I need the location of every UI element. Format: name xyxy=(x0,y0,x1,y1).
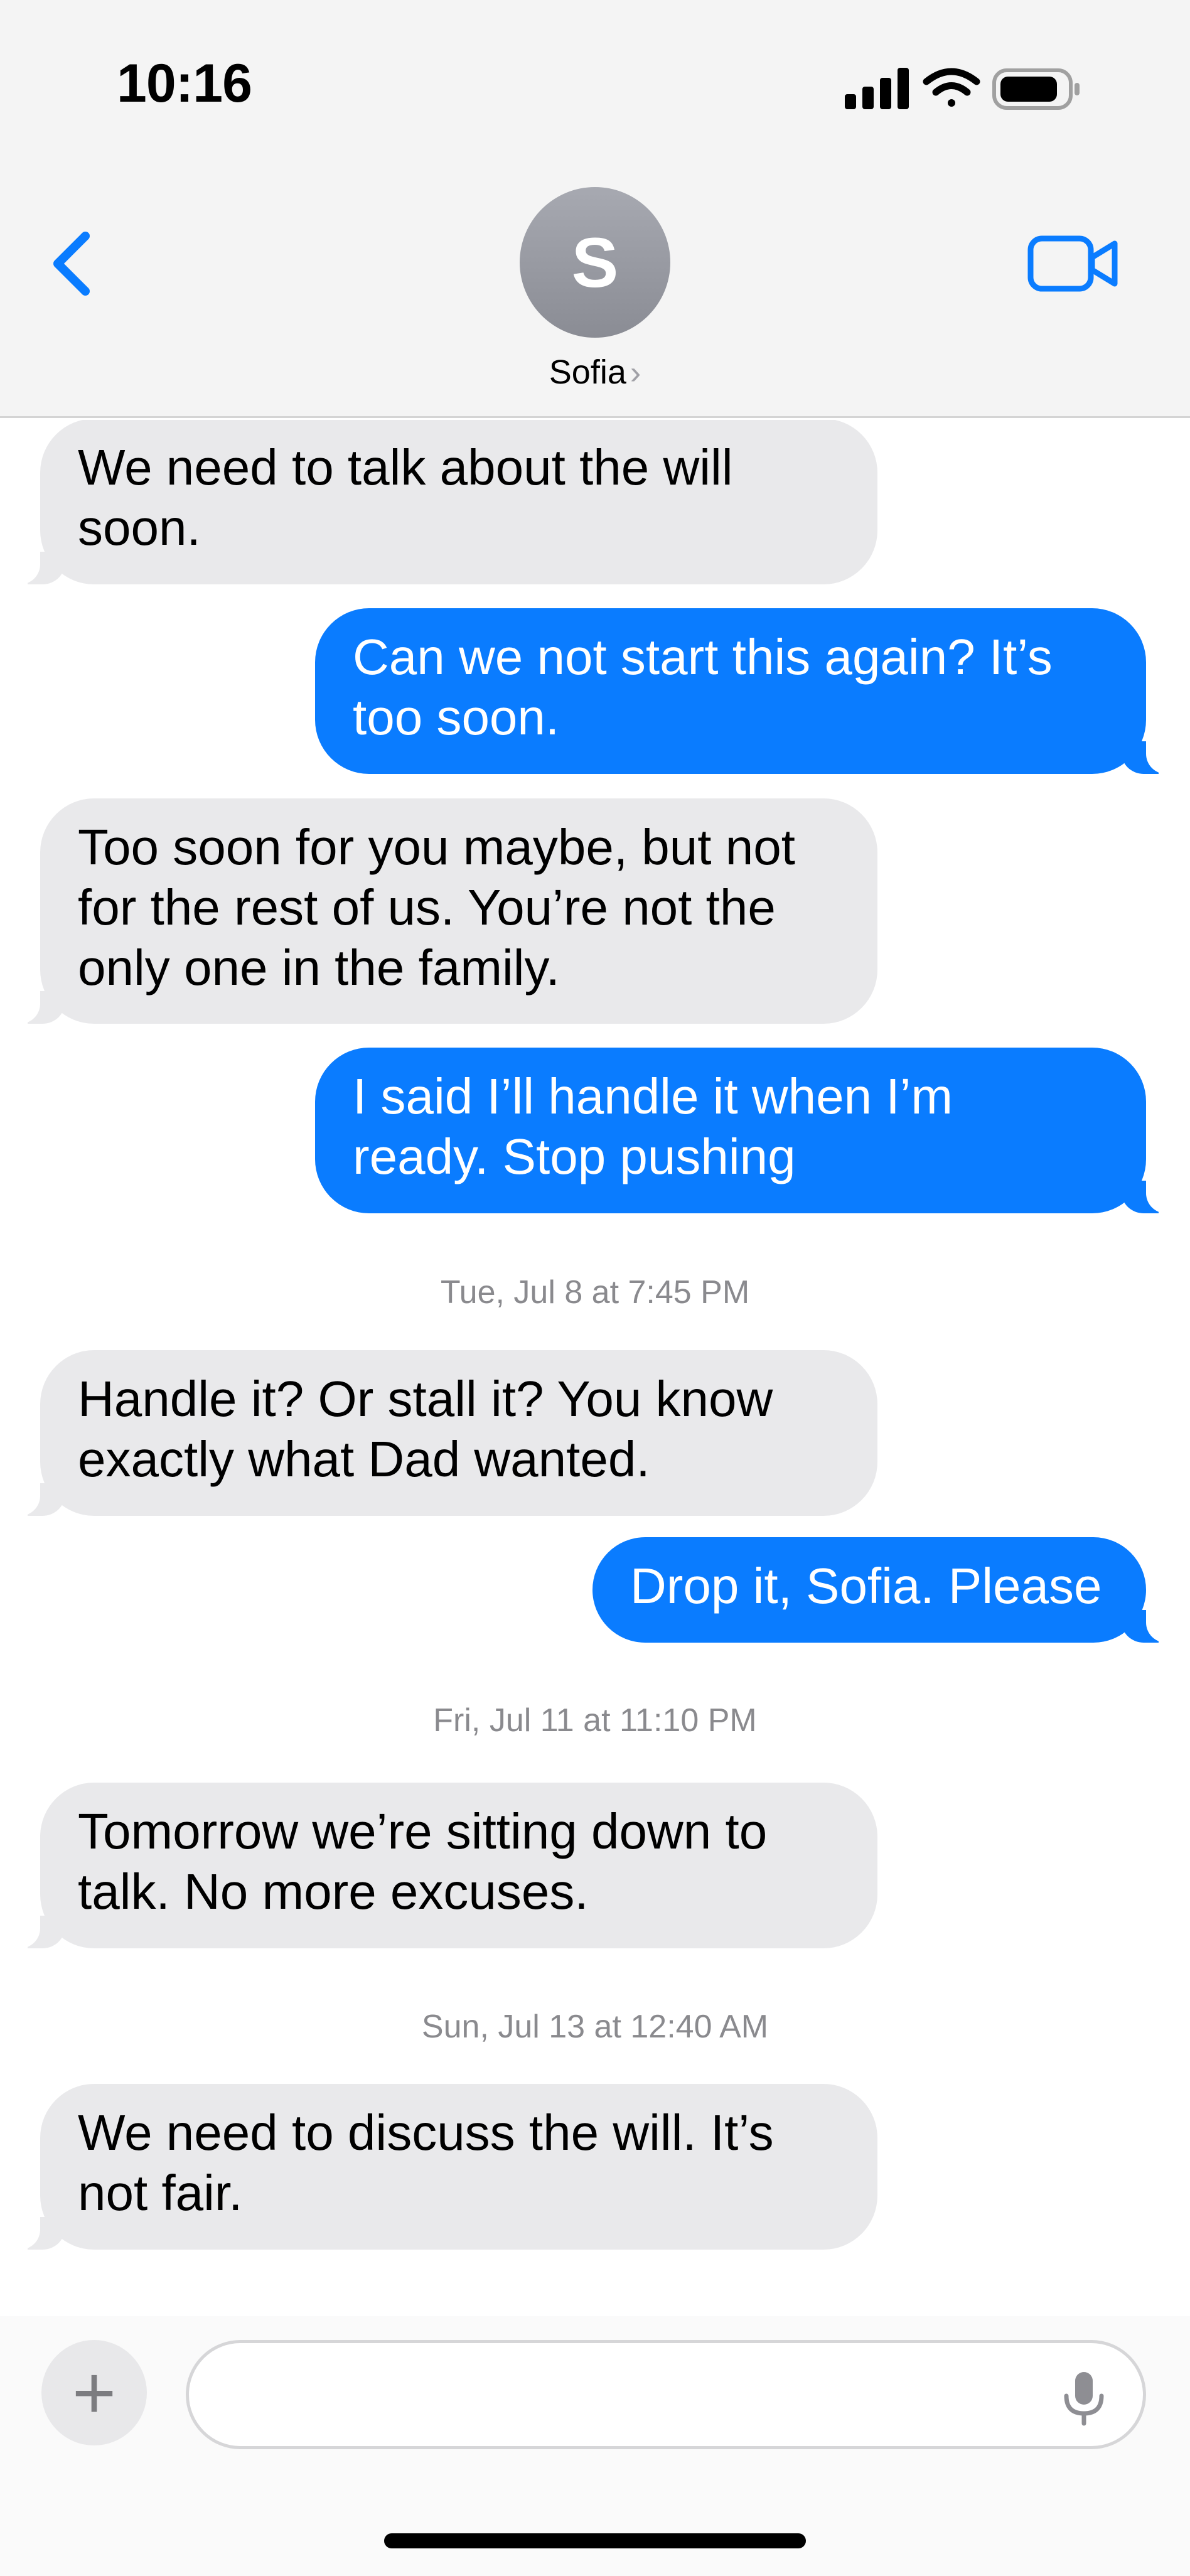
message-input-field[interactable] xyxy=(186,2340,1146,2449)
message-bubble-outgoing[interactable]: Can we not start this again? It’s too so… xyxy=(315,608,1180,774)
home-indicator[interactable] xyxy=(384,2533,806,2548)
message-bubble-outgoing[interactable]: Drop it, Sofia. Please xyxy=(592,1537,1180,1643)
timestamp: Fri, Jul 11 at 11:10 PM xyxy=(433,1702,757,1739)
chevron-right-icon: › xyxy=(630,355,641,391)
message-input[interactable] xyxy=(227,2362,1045,2426)
dictation-button[interactable] xyxy=(1059,2368,1109,2428)
message-bubble-outgoing[interactable]: I said I’ll handle it when I’m ready. St… xyxy=(315,1048,1180,1213)
conversation-header: 10:16 S Sofia › xyxy=(0,0,1190,418)
message-bubble-incoming[interactable]: Too soon for you maybe, but not for the … xyxy=(6,798,877,1024)
wifi-icon xyxy=(923,68,980,107)
message-bubble-incoming[interactable]: Handle it? Or stall it? You know exactly… xyxy=(6,1350,877,1516)
message-bubble-incoming[interactable]: We need to discuss the will. It’s not fa… xyxy=(6,2084,877,2250)
video-call-button[interactable] xyxy=(1027,232,1121,295)
microphone-icon xyxy=(1064,2372,1104,2426)
cellular-signal-icon xyxy=(845,68,909,109)
timestamp: Sun, Jul 13 at 12:40 AM xyxy=(421,2009,769,2045)
battery-icon xyxy=(992,68,1080,110)
contact-name-button[interactable]: Sofia › xyxy=(0,353,1190,392)
add-attachment-button[interactable]: + xyxy=(41,2340,147,2445)
chevron-left-icon xyxy=(53,232,90,296)
status-icons xyxy=(845,63,1090,113)
back-button[interactable] xyxy=(44,226,100,301)
message-bubble-incoming[interactable]: We need to talk about the will soon. xyxy=(6,420,877,584)
status-time: 10:16 xyxy=(117,53,252,114)
message-thread[interactable]: We need to talk about the will soon. Can… xyxy=(0,420,1190,2303)
message-bubble-incoming[interactable]: Tomorrow we’re sitting down to talk. No … xyxy=(6,1783,877,1948)
timestamp: Tue, Jul 8 at 7:45 PM xyxy=(440,1274,750,1311)
contact-name: Sofia xyxy=(549,353,626,391)
contact-avatar[interactable]: S xyxy=(520,187,670,338)
video-camera-icon xyxy=(1027,235,1118,292)
